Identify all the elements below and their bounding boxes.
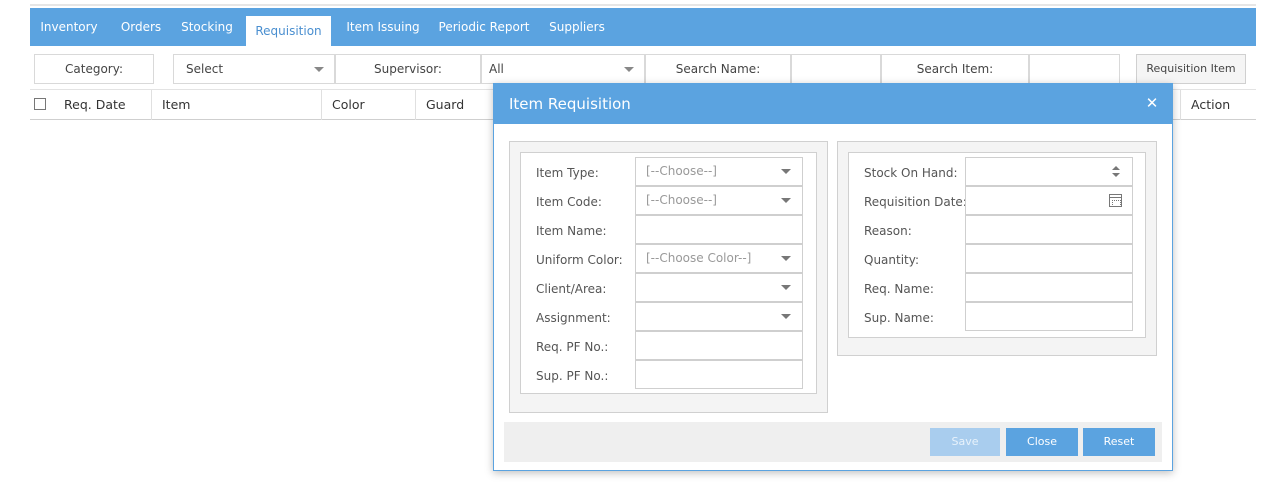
sup-pf-label: Sup. PF No.: xyxy=(536,369,609,383)
item-requisition-dialog: Item Requisition ✕ Item Type: [--Choose-… xyxy=(493,83,1173,471)
close-icon[interactable]: ✕ xyxy=(1144,95,1160,111)
tab-inventory[interactable]: Inventory xyxy=(32,8,106,46)
close-button[interactable]: Close xyxy=(1006,428,1078,456)
tab-periodic-report[interactable]: Periodic Report xyxy=(432,8,536,46)
item-code-value: [--Choose--] xyxy=(646,193,717,207)
sup-name-input[interactable] xyxy=(965,302,1133,331)
quantity-input[interactable] xyxy=(965,244,1133,273)
dialog-title: Item Requisition xyxy=(509,95,631,113)
save-button[interactable]: Save xyxy=(930,428,1000,456)
tab-suppliers[interactable]: Suppliers xyxy=(542,8,612,46)
chevron-down-icon xyxy=(781,169,791,174)
left-form-panel: Item Type: [--Choose--] Item Code: [--Ch… xyxy=(509,141,828,413)
category-select-value: Select xyxy=(186,62,224,76)
search-name-label: Search Name: xyxy=(645,54,791,84)
column-item[interactable]: Item xyxy=(152,90,322,120)
spin-down-icon[interactable] xyxy=(1112,173,1120,177)
req-name-label: Req. Name: xyxy=(864,282,934,296)
search-item-label: Search Item: xyxy=(881,54,1029,84)
tab-stocking[interactable]: Stocking xyxy=(176,8,238,46)
supervisor-select[interactable]: All xyxy=(481,54,645,84)
tab-requisition[interactable]: Requisition xyxy=(246,16,331,46)
client-area-label: Client/Area: xyxy=(536,282,607,296)
spin-up-icon[interactable] xyxy=(1112,166,1120,170)
chevron-down-icon xyxy=(781,314,791,319)
supervisor-select-value: All xyxy=(489,62,504,76)
item-type-select[interactable]: [--Choose--] xyxy=(635,157,803,186)
left-form-inner: Item Type: [--Choose--] Item Code: [--Ch… xyxy=(520,152,817,394)
quantity-label: Quantity: xyxy=(864,253,920,267)
requisition-date-label: Requisition Date: xyxy=(864,195,967,209)
dialog-header: Item Requisition ✕ xyxy=(494,84,1172,124)
stock-on-hand-label: Stock On Hand: xyxy=(864,166,958,180)
select-all-checkbox[interactable] xyxy=(34,98,46,110)
item-type-value: [--Choose--] xyxy=(646,164,717,178)
requisition-date-input[interactable] xyxy=(965,186,1133,215)
sup-pf-input[interactable] xyxy=(635,360,803,389)
uniform-color-value: [--Choose Color--] xyxy=(646,251,752,265)
item-type-label: Item Type: xyxy=(536,166,599,180)
tab-item-issuing[interactable]: Item Issuing xyxy=(338,8,428,46)
req-pf-label: Req. PF No.: xyxy=(536,340,609,354)
requisition-item-button[interactable]: Requisition Item xyxy=(1136,54,1246,84)
column-action[interactable]: Action xyxy=(1180,90,1256,120)
chevron-down-icon xyxy=(781,198,791,203)
assignment-select[interactable] xyxy=(635,302,803,331)
client-area-select[interactable] xyxy=(635,273,803,302)
req-name-input[interactable] xyxy=(965,273,1133,302)
reset-button[interactable]: Reset xyxy=(1083,428,1155,456)
chevron-down-icon xyxy=(781,285,791,290)
uniform-color-select[interactable]: [--Choose Color--] xyxy=(635,244,803,273)
calendar-icon[interactable] xyxy=(1109,194,1122,207)
uniform-color-label: Uniform Color: xyxy=(536,253,623,267)
column-req-date[interactable]: Req. Date xyxy=(54,90,152,120)
assignment-label: Assignment: xyxy=(536,311,611,325)
reason-input[interactable] xyxy=(965,215,1133,244)
category-select[interactable]: Select xyxy=(173,54,335,84)
column-guard[interactable]: Guard xyxy=(416,90,496,120)
chevron-down-icon xyxy=(781,256,791,261)
item-code-label: Item Code: xyxy=(536,195,602,209)
category-label: Category: xyxy=(34,54,154,84)
req-pf-input[interactable] xyxy=(635,331,803,360)
chevron-down-icon xyxy=(314,67,324,72)
item-code-select[interactable]: [--Choose--] xyxy=(635,186,803,215)
top-divider xyxy=(30,4,1256,6)
sup-name-label: Sup. Name: xyxy=(864,311,934,325)
right-form-inner: Stock On Hand: Requisition Date: Reason:… xyxy=(848,152,1146,338)
item-name-input[interactable] xyxy=(635,215,803,244)
item-name-label: Item Name: xyxy=(536,224,607,238)
stock-on-hand-input[interactable] xyxy=(965,157,1133,186)
search-name-input[interactable] xyxy=(791,54,881,84)
right-form-panel: Stock On Hand: Requisition Date: Reason:… xyxy=(837,141,1157,356)
reason-label: Reason: xyxy=(864,224,912,238)
column-color[interactable]: Color xyxy=(322,90,416,120)
tab-orders[interactable]: Orders xyxy=(114,8,168,46)
dialog-footer: Save Close Reset xyxy=(504,422,1162,462)
top-nav-bar: Inventory Orders Stocking Requisition It… xyxy=(30,8,1256,46)
supervisor-label: Supervisor: xyxy=(335,54,481,84)
chevron-down-icon xyxy=(624,67,634,72)
search-item-input[interactable] xyxy=(1029,54,1120,84)
